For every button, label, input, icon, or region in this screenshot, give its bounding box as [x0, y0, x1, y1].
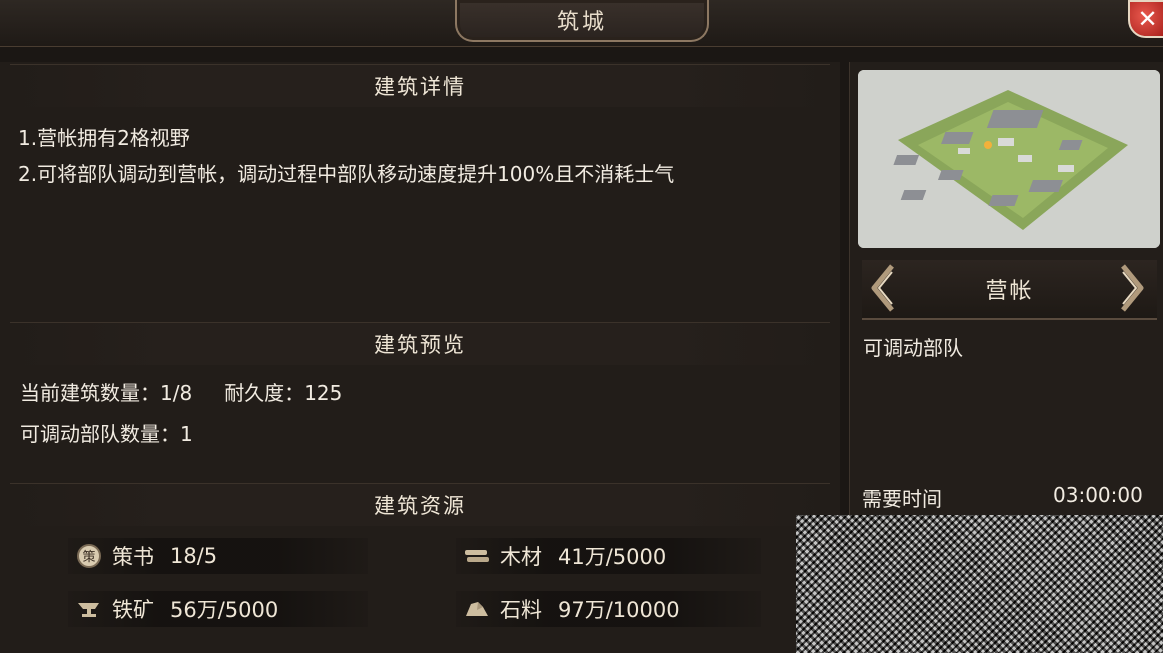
svg-text:策: 策	[82, 549, 95, 565]
obscured-area	[796, 515, 1163, 653]
resources-header: 建筑资源	[10, 483, 830, 526]
resource-item-wood: 木材 41万/5000	[456, 538, 761, 574]
deploy-value: 1	[180, 422, 193, 446]
resource-item-strategy-book: 策 策书 18/5	[68, 538, 368, 574]
preview-count-line: 当前建筑数量：1/8 耐久度：125	[20, 377, 342, 406]
close-icon: ✕	[1137, 5, 1158, 33]
details-line-1: 1.营帐拥有2格视野	[18, 126, 190, 150]
next-building-button[interactable]	[1117, 262, 1147, 314]
resource-value: 41万/5000	[558, 545, 667, 569]
building-selector: 营帐	[862, 260, 1157, 320]
preview-header: 建筑预览	[10, 322, 830, 365]
preview-deploy-line: 可调动部队数量：1	[20, 418, 193, 447]
resource-name: 石料	[500, 598, 542, 622]
title-plaque: 筑城	[455, 0, 709, 42]
resource-name: 木材	[500, 545, 542, 569]
resource-item-iron: 铁矿 56万/5000	[68, 591, 368, 627]
durability-label: 耐久度：	[224, 381, 305, 405]
building-description: 可调动部队	[863, 336, 963, 360]
strategy-book-icon: 策	[74, 541, 104, 571]
window-title: 筑城	[556, 10, 607, 35]
wood-icon	[462, 541, 492, 571]
details-header-label: 建筑详情	[374, 75, 466, 99]
time-value: 03:00:00	[1053, 483, 1143, 507]
iron-anvil-icon	[74, 594, 104, 624]
details-line-2: 2.可将部队调动到营帐，调动过程中部队移动速度提升100%且不消耗士气	[18, 162, 675, 186]
resource-name: 铁矿	[112, 598, 154, 622]
close-button[interactable]: ✕	[1128, 0, 1163, 38]
prev-building-button[interactable]	[868, 262, 898, 314]
durability-value: 125	[304, 381, 343, 405]
building-name: 营帐	[985, 279, 1034, 304]
building-preview-image	[858, 70, 1160, 248]
top-bar: 筑城 ✕	[0, 0, 1163, 47]
time-label: 需要时间	[862, 487, 942, 511]
resource-value: 97万/10000	[558, 598, 680, 622]
resource-item-stone: 石料 97万/10000	[456, 591, 761, 627]
count-label: 当前建筑数量：	[20, 381, 160, 405]
resource-value: 18/5	[170, 544, 218, 568]
preview-header-label: 建筑预览	[374, 333, 466, 357]
details-text: 1.营帐拥有2格视野 2.可将部队调动到营帐，调动过程中部队移动速度提升100%…	[18, 120, 828, 192]
resource-value: 56万/5000	[170, 598, 279, 622]
resource-name: 策书	[112, 545, 154, 569]
deploy-label: 可调动部队数量：	[20, 422, 180, 446]
count-value: 1/8	[160, 381, 193, 405]
resources-header-label: 建筑资源	[374, 494, 466, 518]
details-header: 建筑详情	[10, 64, 830, 107]
stone-icon	[462, 594, 492, 624]
